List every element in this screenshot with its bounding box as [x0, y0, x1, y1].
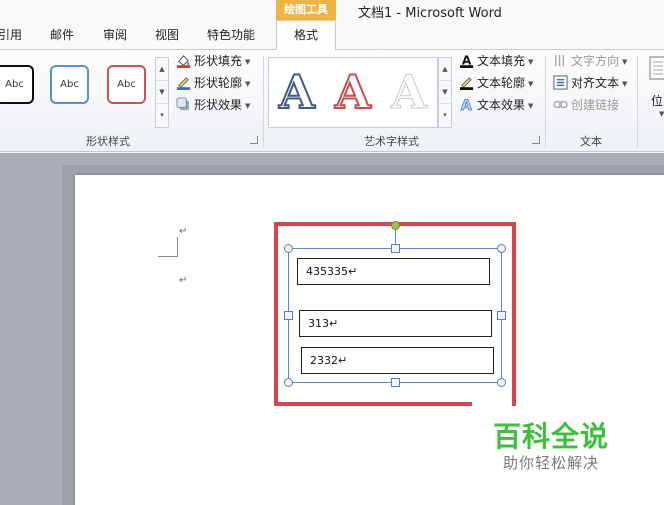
shape-styles-group-label: 形状样式 [86, 135, 130, 148]
rotation-handle[interactable] [391, 221, 400, 230]
chain-link-icon [553, 100, 568, 109]
wordart-scroll[interactable]: ▲ ▼ ▾ [438, 57, 452, 128]
svg-text:A: A [462, 53, 472, 67]
text-direction-label: 文字方向 [571, 54, 620, 68]
resize-handle-bottom-right[interactable] [497, 378, 506, 387]
text-group-label: 文本 [580, 135, 602, 148]
dropdown-arrow-icon: ▼ [245, 80, 251, 88]
resize-handle-top-left[interactable] [284, 244, 293, 253]
shape-styles-launcher-icon[interactable] [250, 136, 258, 144]
shape-fill-label: 形状填充 [194, 54, 243, 68]
position-button[interactable]: 位 [651, 92, 663, 109]
text-outline-button[interactable]: 文本轮廓 ▼ [459, 74, 533, 92]
shape-effects-button[interactable]: 形状效果 ▼ [176, 96, 250, 114]
tab-review[interactable]: 审阅 [103, 26, 127, 43]
group-divider [637, 56, 638, 148]
text-box-1[interactable]: 435335↵ [297, 258, 490, 285]
shape-effects-icon [176, 97, 190, 111]
create-link-label: 创建链接 [571, 98, 620, 112]
scroll-up-icon[interactable]: ▲ [439, 58, 451, 81]
text-direction-button[interactable]: 文字方向 ▼ [553, 52, 627, 70]
wordart-styles-launcher-icon[interactable] [532, 136, 540, 144]
dropdown-arrow-icon: ▼ [659, 110, 664, 118]
shape-style-black[interactable]: Abc [0, 65, 34, 104]
svg-text:A: A [461, 98, 472, 112]
scroll-down-icon[interactable]: ▼ [156, 81, 168, 104]
dropdown-arrow-icon: ▼ [528, 102, 534, 110]
group-divider [263, 56, 264, 148]
paragraph-mark: ↵ [179, 275, 188, 286]
tab-references[interactable]: 引用 [0, 26, 22, 43]
create-link-button[interactable]: 创建链接 [553, 96, 619, 114]
shape-style-red[interactable]: Abc [107, 65, 146, 104]
tab-format[interactable]: 格式 [276, 20, 336, 51]
dropdown-arrow-icon: ▼ [622, 58, 628, 66]
paragraph-mark: ↵ [179, 226, 188, 237]
drawing-tools-label: 绘图工具 [276, 0, 336, 20]
resize-handle-top[interactable] [391, 244, 400, 253]
shape-outline-button[interactable]: 形状轮廓 ▼ [176, 74, 250, 92]
text-effects-label: 文本效果 [477, 98, 526, 112]
dropdown-arrow-icon: ▼ [528, 80, 534, 88]
align-text-label: 对齐文本 [571, 76, 620, 90]
title-bar: 引用 邮件 审阅 视图 特色功能 绘图工具 格式 文档1 - Microsoft… [0, 0, 664, 51]
more-styles-icon[interactable]: ▾ [156, 104, 168, 127]
text-effects-button[interactable]: A 文本效果 ▼ [459, 96, 534, 114]
scroll-up-icon[interactable]: ▲ [156, 58, 168, 81]
shape-style-blue[interactable]: Abc [50, 65, 89, 104]
resize-handle-bottom-left[interactable] [284, 378, 293, 387]
highlight-annotation-bottom [274, 402, 472, 406]
wordart-style-outline-red[interactable]: A [334, 61, 372, 123]
wordart-gallery: A A A [268, 57, 438, 128]
text-effects-icon: A [461, 98, 473, 112]
position-icon [649, 56, 664, 80]
shape-fill-button[interactable]: 形状填充 ▼ [176, 52, 250, 70]
shape-styles-scroll[interactable]: ▲ ▼ ▾ [155, 57, 169, 128]
tab-mailings[interactable]: 邮件 [50, 26, 74, 43]
watermark-subtitle: 助你轻松解决 [503, 454, 600, 472]
dropdown-arrow-icon: ▼ [528, 58, 534, 66]
scroll-down-icon[interactable]: ▼ [439, 81, 451, 104]
dropdown-arrow-icon: ▼ [245, 58, 251, 66]
shape-outline-label: 形状轮廓 [194, 76, 243, 90]
shape-effects-label: 形状效果 [194, 98, 243, 112]
text-fill-label: 文本填充 [477, 54, 526, 68]
wordart-styles-group-label: 艺术字样式 [364, 135, 419, 148]
text-outline-label: 文本轮廓 [477, 76, 526, 90]
margin-corner-mark [158, 237, 178, 257]
tab-view[interactable]: 视图 [155, 26, 179, 43]
dropdown-arrow-icon: ▼ [622, 80, 628, 88]
tab-special-features[interactable]: 特色功能 [207, 26, 255, 43]
wordart-style-outline-gray[interactable]: A [391, 61, 428, 123]
text-box-2[interactable]: 313↵ [299, 310, 492, 337]
group-divider [545, 56, 546, 148]
text-direction-icon [555, 54, 565, 67]
resize-handle-left[interactable] [284, 311, 293, 320]
paint-bucket-icon [176, 55, 191, 68]
text-fill-button[interactable]: A 文本填充 ▼ [459, 52, 533, 70]
dropdown-arrow-icon: ▼ [245, 102, 251, 110]
resize-handle-bottom[interactable] [391, 378, 400, 387]
wordart-style-outline-blue[interactable]: A [278, 61, 316, 123]
pen-outline-icon [176, 77, 191, 90]
ribbon: Abc Abc Abc ▲ ▼ ▾ 形状填充 ▼ 形状轮廓 ▼ 形状效果 ▼ 形状样式… [0, 50, 664, 152]
align-text-button[interactable]: 对齐文本 ▼ [553, 74, 627, 92]
text-outline-icon [459, 77, 474, 90]
text-box-3[interactable]: 2332↵ [301, 347, 494, 374]
watermark-title: 百科全说 [493, 420, 610, 453]
text-fill-icon: A [459, 53, 474, 68]
resize-handle-top-right[interactable] [497, 244, 506, 253]
window-title: 文档1 - Microsoft Word [358, 6, 502, 21]
resize-handle-right[interactable] [497, 311, 506, 320]
more-styles-icon[interactable]: ▾ [439, 104, 451, 127]
align-text-icon [553, 75, 568, 90]
